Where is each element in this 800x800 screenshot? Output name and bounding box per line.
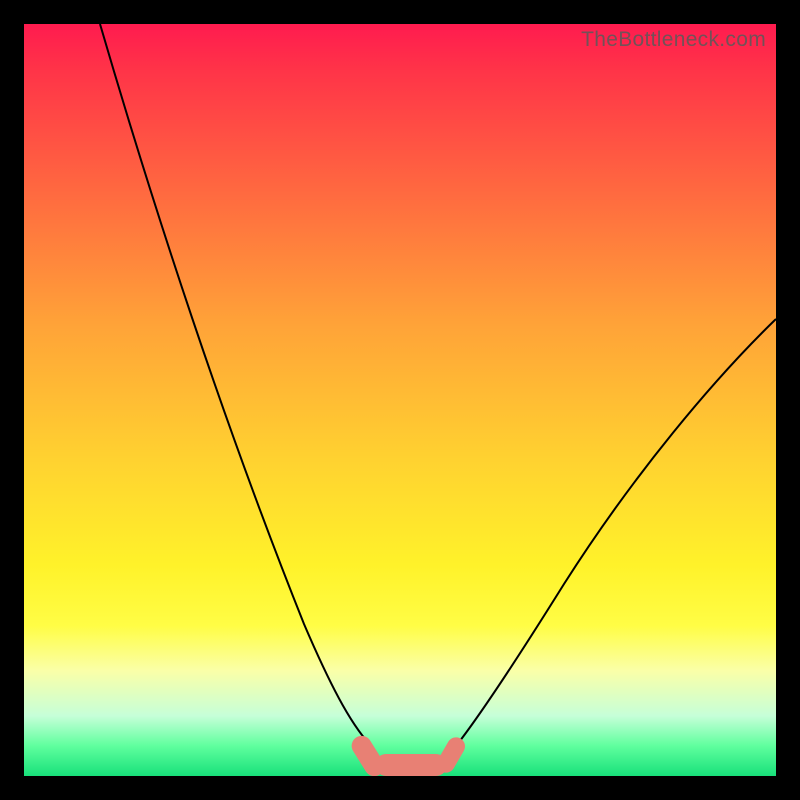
curve-left	[100, 24, 374, 749]
chart-plot	[24, 24, 776, 776]
blob-bottom	[375, 754, 447, 776]
chart-frame: TheBottleneck.com	[24, 24, 776, 776]
curve-right	[452, 319, 776, 751]
marker-group	[348, 732, 468, 776]
